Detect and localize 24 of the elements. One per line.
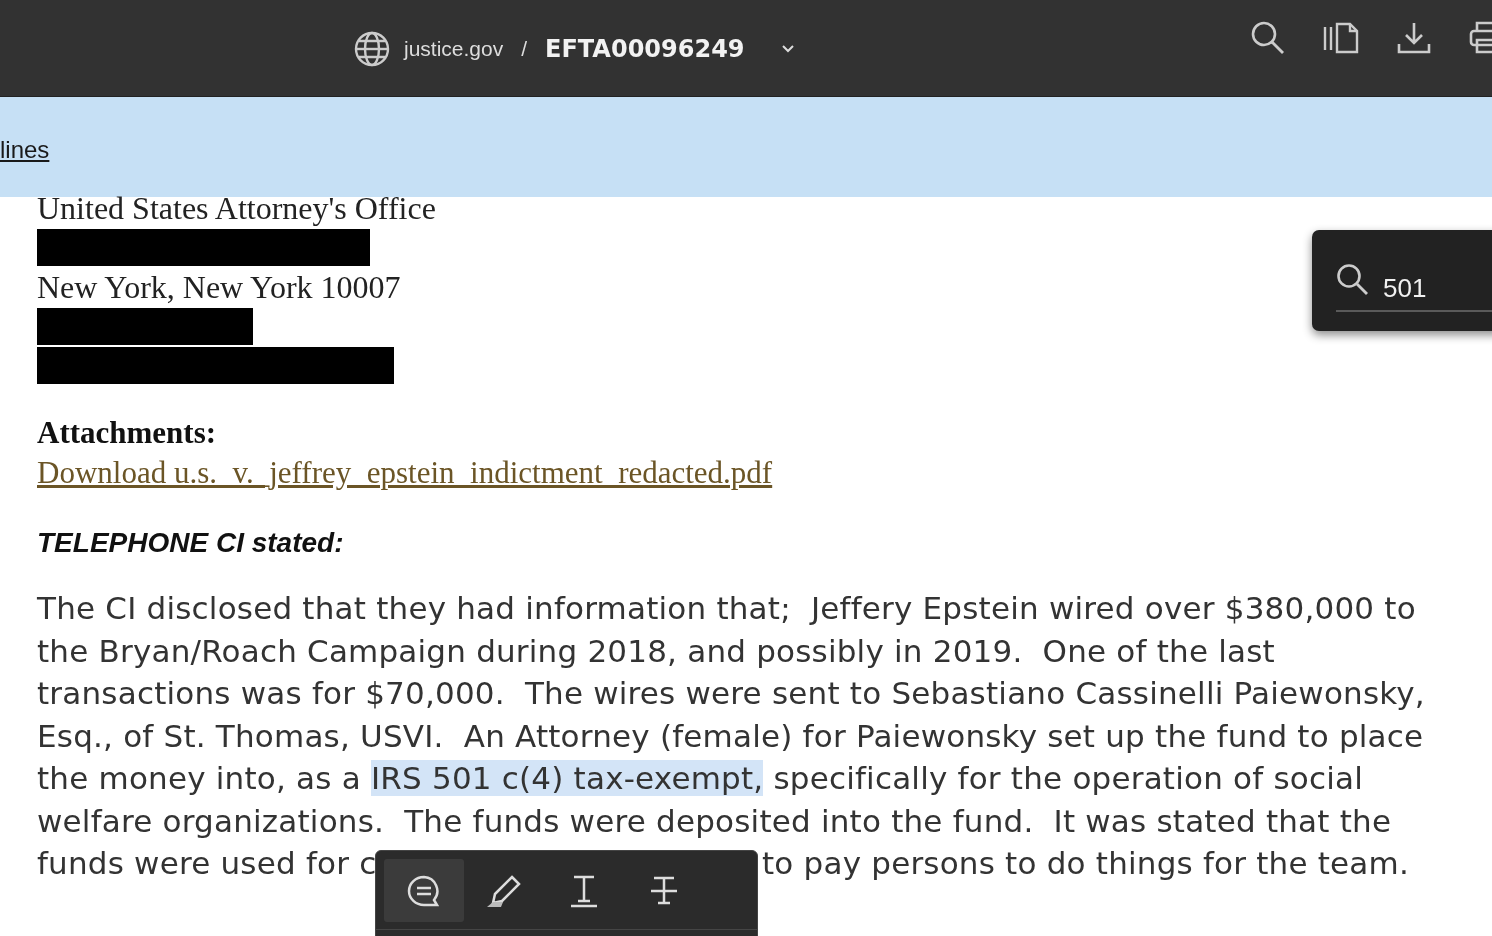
comment-icon — [407, 874, 441, 907]
search-field[interactable]: 501 — [1336, 266, 1492, 312]
document-title: EFTA00096249 — [545, 34, 745, 63]
comment-tool-button[interactable] — [384, 859, 464, 922]
section-heading: TELEPHONE CI stated: — [37, 526, 344, 560]
search-icon[interactable] — [1250, 20, 1286, 56]
chevron-down-icon[interactable] — [780, 44, 795, 53]
search-popup[interactable]: 501 — [1312, 230, 1492, 331]
address-line: New York, New York 10007 — [37, 268, 401, 306]
download-icon[interactable] — [1396, 20, 1432, 56]
strikethrough-icon — [650, 875, 678, 906]
pen-icon — [486, 873, 522, 908]
body-text: to pay persons to do things for the team. — [762, 844, 1409, 883]
breadcrumb-separator: / — [521, 36, 528, 61]
pages-icon[interactable] — [1322, 20, 1360, 56]
site-name: justice.gov — [404, 36, 504, 61]
body-text: funds were used for c — [37, 845, 377, 881]
globe-icon — [354, 30, 390, 67]
attachments-heading: Attachments: — [37, 414, 217, 452]
address-line: United States Attorney's Office — [37, 189, 436, 227]
search-icon — [1336, 263, 1370, 297]
attachment-link[interactable]: Download u.s._v._jeffrey_epstein_indictment_redacted.pdf — [37, 453, 773, 493]
text-underline-icon — [570, 873, 598, 908]
banner-link[interactable]: lines — [0, 136, 50, 164]
